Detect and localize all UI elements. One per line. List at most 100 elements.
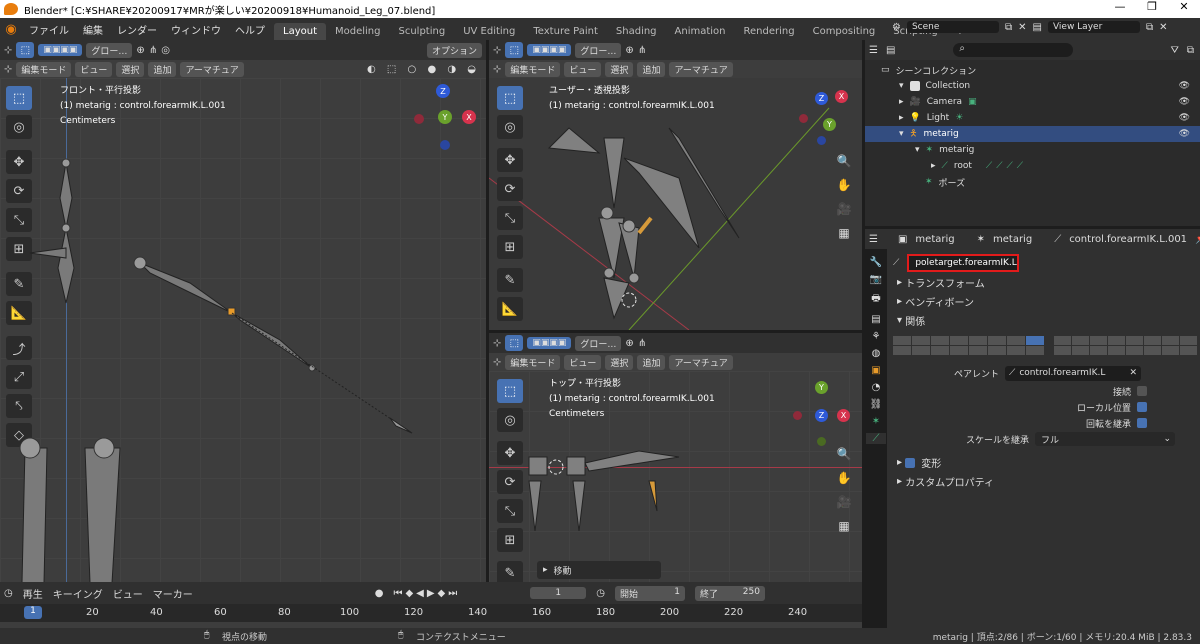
parent-field[interactable]: ⟋ control.forearmIK.L ✕	[1005, 365, 1141, 381]
expand-arrow-icon[interactable]: ▸	[931, 161, 936, 171]
transform-orientation-2[interactable]: グロー…	[575, 42, 622, 58]
gizmo-y-icon[interactable]: Y	[438, 110, 452, 124]
front-viewport[interactable]: フロント・平行投影 (1) metarig : control.forearmI…	[0, 78, 486, 582]
gizmo-neg-z-icon[interactable]	[440, 140, 450, 150]
snap-icon-3[interactable]: ⋔	[638, 338, 646, 349]
section-custom-properties[interactable]: ▸ カスタムプロパティ	[889, 472, 1200, 491]
pin-icon[interactable]: 📌	[1195, 234, 1200, 245]
view-layer-tab-icon[interactable]: ▤	[871, 314, 880, 325]
select-mode-buttons-3[interactable]: ▣▣▣▣	[527, 337, 572, 349]
gizmo-x-icon[interactable]: X	[462, 110, 476, 124]
measure-tool-icon-2[interactable]: 📐	[497, 297, 523, 321]
menu-marker[interactable]: マーカー	[153, 586, 193, 601]
menu-file[interactable]: ファイル	[22, 22, 76, 37]
options-dropdown[interactable]: オプション	[426, 42, 482, 58]
snap-icon-2[interactable]: ⋔	[638, 45, 646, 56]
rotate-tool-icon-2[interactable]: ⟳	[497, 177, 523, 201]
properties-editor-icon[interactable]: ☰	[869, 234, 878, 245]
visibility-eye-icon[interactable]: 👁	[1179, 97, 1190, 107]
timeline-editor-icon[interactable]: ◷	[4, 588, 13, 599]
menu-add-2[interactable]: 追加	[637, 61, 666, 77]
proportional-icon[interactable]: ◎	[161, 45, 170, 56]
annotate-tool-icon-3[interactable]: ✎	[497, 561, 523, 582]
object-tab-icon[interactable]: ▣	[871, 365, 880, 376]
gizmo-neg-z-icon-2[interactable]	[817, 136, 826, 145]
gizmo-y-icon-3[interactable]: Y	[815, 381, 828, 394]
last-operator-panel[interactable]: ▸ 移動	[537, 561, 661, 579]
timeline-ruler[interactable]: 1 20 40 60 80 100 120 140 160 180 200 22…	[0, 604, 862, 628]
outliner-item-pose[interactable]: ✶ ポーズ	[865, 174, 1200, 190]
pivot-icon-2[interactable]: ⊕	[625, 45, 633, 56]
outliner-item-root[interactable]: ▸ ⟋ root ⟋⟋⟋⟋	[865, 158, 1200, 174]
blender-menu-icon[interactable]: ◉	[0, 22, 22, 37]
scale-tool-icon-2[interactable]: ⤡	[497, 206, 523, 230]
gizmo-z-icon[interactable]: Z	[436, 84, 450, 98]
editor-type-icon-5[interactable]: ⊹	[493, 338, 501, 349]
section-bendy-bones[interactable]: ▸ ベンディボーン	[889, 292, 1200, 311]
camera-view-icon-2[interactable]: 🎥	[833, 198, 855, 220]
editor-type-icon[interactable]: ⊹	[4, 45, 12, 56]
pivot-icon[interactable]: ⊕	[136, 45, 144, 56]
menu-view-3[interactable]: ビュー	[564, 354, 602, 370]
tool-tab-icon[interactable]: 🔧	[870, 257, 882, 268]
outliner-item-camera[interactable]: ▸ 🎥 Camera ▣ 👁	[865, 94, 1200, 110]
expand-arrow-icon[interactable]: ▸	[899, 113, 904, 123]
gizmo-neg-x-icon[interactable]	[414, 114, 424, 124]
tab-rendering[interactable]: Rendering	[735, 23, 804, 40]
expand-arrow-icon[interactable]: ▾	[915, 145, 920, 155]
tab-shading[interactable]: Shading	[607, 23, 666, 40]
visibility-eye-icon[interactable]: 👁	[1179, 81, 1190, 91]
outliner-editor-icon[interactable]: ☰	[869, 45, 878, 56]
visibility-eye-icon[interactable]: 👁	[1179, 113, 1190, 123]
frame-cursor[interactable]: 1	[24, 606, 42, 619]
layer-buttons-right[interactable]	[1054, 336, 1197, 355]
expand-arrow-icon[interactable]: ▸	[899, 97, 904, 107]
end-frame-field[interactable]: 終了 250	[694, 585, 765, 601]
menu-keying[interactable]: キーイング	[53, 586, 103, 601]
menu-select-3[interactable]: 選択	[605, 354, 634, 370]
gizmo-neg-x-icon-2[interactable]	[799, 114, 808, 123]
render-tab-icon[interactable]: 📷	[870, 274, 882, 285]
clear-parent-icon[interactable]: ✕	[1129, 368, 1137, 378]
menu-armature-3[interactable]: アーマチュア	[669, 354, 733, 370]
user-viewport[interactable]: ユーザー・透視投影 (1) metarig : control.forearmI…	[489, 78, 862, 330]
outliner-root[interactable]: ▭ シーンコレクション	[865, 62, 1200, 78]
editor-type-icon-4[interactable]: ⊹	[493, 64, 501, 75]
bone-tab-icon[interactable]: ⟋	[866, 433, 886, 444]
navigation-gizmo-2[interactable]: Z X Y	[789, 84, 849, 154]
connected-checkbox[interactable]	[1137, 386, 1147, 396]
menu-view-2[interactable]: ビュー	[564, 61, 602, 77]
clock-icon[interactable]: ◷	[596, 588, 605, 599]
delete-scene-icon[interactable]: ✕	[1018, 22, 1026, 33]
select-tool-icon-3[interactable]: ⬚	[497, 379, 523, 403]
new-view-layer-icon[interactable]: ⧉	[1146, 22, 1153, 33]
tab-layout[interactable]: Layout	[274, 23, 326, 40]
tab-animation[interactable]: Animation	[666, 23, 735, 40]
gizmo-x-icon-3[interactable]: X	[837, 409, 850, 422]
scene-tab-icon[interactable]: ⚘	[872, 331, 881, 342]
menu-armature[interactable]: アーマチュア	[180, 61, 244, 77]
view-layer-selector[interactable]: View Layer	[1047, 21, 1140, 33]
tab-uv-editing[interactable]: UV Editing	[454, 23, 524, 40]
transform-orientation-3[interactable]: グロー…	[575, 335, 622, 351]
mode-dropdown[interactable]: 編集モード	[16, 61, 72, 77]
ortho-grid-icon-2[interactable]: ▦	[833, 222, 855, 244]
deform-checkbox[interactable]	[905, 457, 916, 468]
outliner-item-metarig-data[interactable]: ▾ ✶ metarig	[865, 142, 1200, 158]
tab-modeling[interactable]: Modeling	[326, 23, 390, 40]
new-collection-icon[interactable]: ⧉	[1187, 45, 1194, 56]
menu-help[interactable]: ヘルプ	[228, 22, 272, 37]
section-transform[interactable]: ▸ トランスフォーム	[889, 273, 1200, 292]
navigation-gizmo[interactable]: Z Y X	[412, 84, 476, 164]
select-mode-buttons[interactable]: ▣▣▣▣	[38, 44, 83, 56]
visibility-eye-icon[interactable]: 👁	[1179, 129, 1190, 139]
output-tab-icon[interactable]: 🖶	[871, 291, 880, 308]
gizmo-neg-y-icon-3[interactable]	[817, 437, 826, 446]
menu-playback[interactable]: 再生	[23, 586, 43, 601]
navigation-gizmo-3[interactable]: Y Z X	[789, 377, 850, 447]
ortho-grid-icon-3[interactable]: ▦	[833, 515, 855, 537]
menu-select-2[interactable]: 選択	[605, 61, 634, 77]
snap-icon[interactable]: ⋔	[149, 45, 157, 56]
armature-data-tab-icon[interactable]: ✶	[872, 416, 880, 427]
new-scene-icon[interactable]: ⧉	[1005, 22, 1012, 33]
